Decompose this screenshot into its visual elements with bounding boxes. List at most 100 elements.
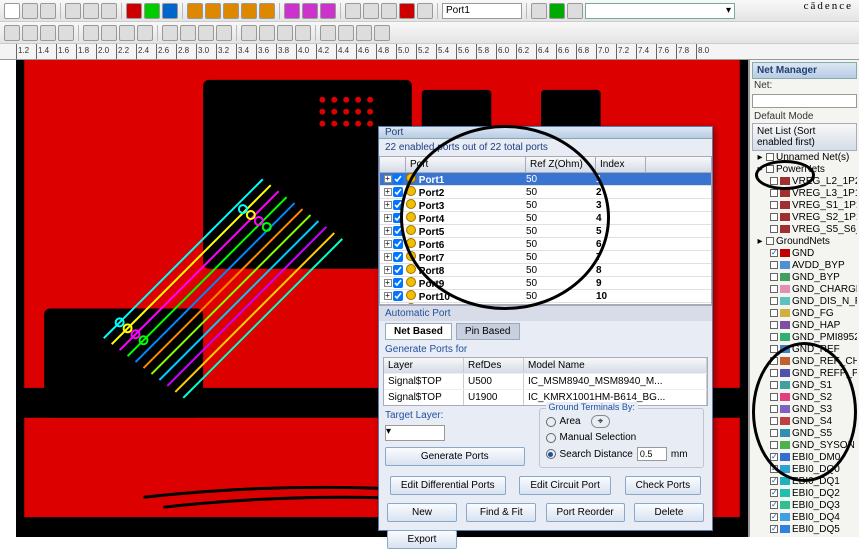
tb-icon[interactable] bbox=[4, 25, 20, 41]
edit-circuit-port-button[interactable]: Edit Circuit Port bbox=[519, 476, 610, 495]
tb-icon[interactable] bbox=[101, 3, 117, 19]
expand-icon[interactable]: ▸ bbox=[756, 236, 764, 247]
edit-diff-ports-button[interactable]: Edit Differential Ports bbox=[390, 476, 506, 495]
tb-icon[interactable] bbox=[137, 25, 153, 41]
tb-icon[interactable] bbox=[22, 25, 38, 41]
net-item[interactable]: GND_S4 bbox=[752, 415, 857, 427]
net-item[interactable]: GND_FG bbox=[752, 307, 857, 319]
tb-icon[interactable] bbox=[302, 3, 318, 19]
tb-icon[interactable] bbox=[65, 3, 81, 19]
port-row[interactable]: + Port6 506 bbox=[380, 238, 711, 251]
tb-icon[interactable] bbox=[4, 3, 20, 19]
net-item[interactable]: EBI0_DQ0 bbox=[752, 463, 857, 475]
port-checkbox[interactable] bbox=[393, 278, 403, 288]
tb-icon[interactable] bbox=[320, 25, 336, 41]
net-checkbox[interactable] bbox=[770, 477, 778, 485]
port-checkbox[interactable] bbox=[393, 265, 403, 275]
new-button[interactable]: New bbox=[387, 503, 457, 522]
radio-search[interactable] bbox=[546, 449, 556, 459]
search-distance-input[interactable] bbox=[637, 447, 667, 461]
tb-icon[interactable] bbox=[216, 25, 232, 41]
tb-icon[interactable] bbox=[277, 25, 293, 41]
net-group[interactable]: ▸PowerNets bbox=[752, 163, 857, 175]
port-checkbox[interactable] bbox=[393, 213, 403, 223]
net-group[interactable]: ▸GroundNets bbox=[752, 235, 857, 247]
tb-icon[interactable] bbox=[180, 25, 196, 41]
tb-icon[interactable] bbox=[259, 25, 275, 41]
net-item[interactable]: GND_DIS_N_REF bbox=[752, 295, 857, 307]
port-row[interactable]: + Port4 504 bbox=[380, 212, 711, 225]
tb-icon[interactable] bbox=[345, 3, 361, 19]
tb-icon[interactable] bbox=[126, 3, 142, 19]
tb-icon[interactable] bbox=[144, 3, 160, 19]
net-checkbox[interactable] bbox=[770, 201, 778, 209]
net-item[interactable]: EBI0_DQ4 bbox=[752, 511, 857, 523]
radio-manual[interactable] bbox=[546, 433, 556, 443]
net-tree[interactable]: ▸Unnamed Net(s)▸PowerNetsVREG_L2_1P2VREG… bbox=[752, 151, 857, 537]
net-item[interactable]: VREG_L2_1P2 bbox=[752, 175, 857, 187]
tab-net-based[interactable]: Net Based bbox=[385, 323, 452, 340]
net-checkbox[interactable] bbox=[770, 213, 778, 221]
radio-area[interactable] bbox=[546, 417, 556, 427]
net-checkbox[interactable] bbox=[770, 273, 778, 281]
tb-icon[interactable] bbox=[223, 3, 239, 19]
expand-icon[interactable]: + bbox=[384, 279, 392, 287]
net-checkbox[interactable] bbox=[766, 153, 774, 161]
expand-icon[interactable]: + bbox=[384, 253, 392, 261]
port-row[interactable]: + Port1 501 bbox=[380, 173, 711, 186]
delete-button[interactable]: Delete bbox=[634, 503, 704, 522]
tb-icon[interactable] bbox=[363, 3, 379, 19]
port-checkbox[interactable] bbox=[393, 291, 403, 301]
tb-icon[interactable] bbox=[241, 3, 257, 19]
target-layer-select[interactable]: ▾ bbox=[385, 425, 445, 441]
net-checkbox[interactable] bbox=[770, 321, 778, 329]
tb-icon[interactable] bbox=[40, 25, 56, 41]
net-checkbox[interactable] bbox=[770, 297, 778, 305]
tb-icon[interactable] bbox=[259, 3, 275, 19]
net-item[interactable]: GND_REF_CHG bbox=[752, 355, 857, 367]
net-item[interactable]: GND_REF bbox=[752, 343, 857, 355]
tb-icon[interactable] bbox=[162, 3, 178, 19]
net-item[interactable]: EBI0_DQ1 bbox=[752, 475, 857, 487]
expand-icon[interactable]: + bbox=[384, 175, 392, 183]
port-checkbox[interactable] bbox=[393, 200, 403, 210]
net-item[interactable]: GND_S2 bbox=[752, 391, 857, 403]
net-item[interactable]: EBI0_DQ5 bbox=[752, 523, 857, 535]
net-checkbox[interactable] bbox=[770, 441, 778, 449]
net-checkbox[interactable] bbox=[770, 429, 778, 437]
tb-icon[interactable] bbox=[241, 25, 257, 41]
tb-icon[interactable] bbox=[40, 3, 56, 19]
net-checkbox[interactable] bbox=[770, 177, 778, 185]
expand-icon[interactable]: ▸ bbox=[756, 152, 764, 163]
net-item[interactable]: GND_S5 bbox=[752, 427, 857, 439]
net-checkbox[interactable] bbox=[770, 249, 778, 257]
port-row[interactable]: + Port7 507 bbox=[380, 251, 711, 264]
port-checkbox[interactable] bbox=[393, 252, 403, 262]
net-item[interactable]: GND_S3 bbox=[752, 403, 857, 415]
net-checkbox[interactable] bbox=[770, 525, 778, 533]
tb-icon[interactable] bbox=[295, 25, 311, 41]
net-checkbox[interactable] bbox=[770, 513, 778, 521]
net-checkbox[interactable] bbox=[766, 165, 774, 173]
tb-icon[interactable] bbox=[417, 3, 433, 19]
tb-icon[interactable] bbox=[83, 25, 99, 41]
port-row[interactable]: + Port8 508 bbox=[380, 264, 711, 277]
tb-icon[interactable] bbox=[58, 25, 74, 41]
net-checkbox[interactable] bbox=[770, 309, 778, 317]
expand-icon[interactable]: + bbox=[384, 292, 392, 300]
net-item[interactable]: AVDD_BYP bbox=[752, 259, 857, 271]
port-name-input[interactable] bbox=[442, 3, 522, 19]
net-item[interactable]: EBI0_DM0 bbox=[752, 451, 857, 463]
net-item[interactable]: GND bbox=[752, 247, 857, 259]
net-item[interactable]: VREG_L3_1P15 bbox=[752, 187, 857, 199]
net-item[interactable]: GND_PMI8952_DIS_... bbox=[752, 331, 857, 343]
find-fit-button[interactable]: Find & Fit bbox=[466, 503, 536, 522]
port-grid[interactable]: + Port1 501+ Port2 502+ Port3 503+ Port4… bbox=[379, 173, 712, 305]
net-checkbox[interactable] bbox=[770, 489, 778, 497]
net-checkbox[interactable] bbox=[770, 501, 778, 509]
expand-icon[interactable]: + bbox=[384, 214, 392, 222]
tb-icon[interactable] bbox=[187, 3, 203, 19]
net-group[interactable]: ▸Unnamed Net(s) bbox=[752, 151, 857, 163]
port-row[interactable]: + Port5 505 bbox=[380, 225, 711, 238]
tb-icon[interactable] bbox=[531, 3, 547, 19]
